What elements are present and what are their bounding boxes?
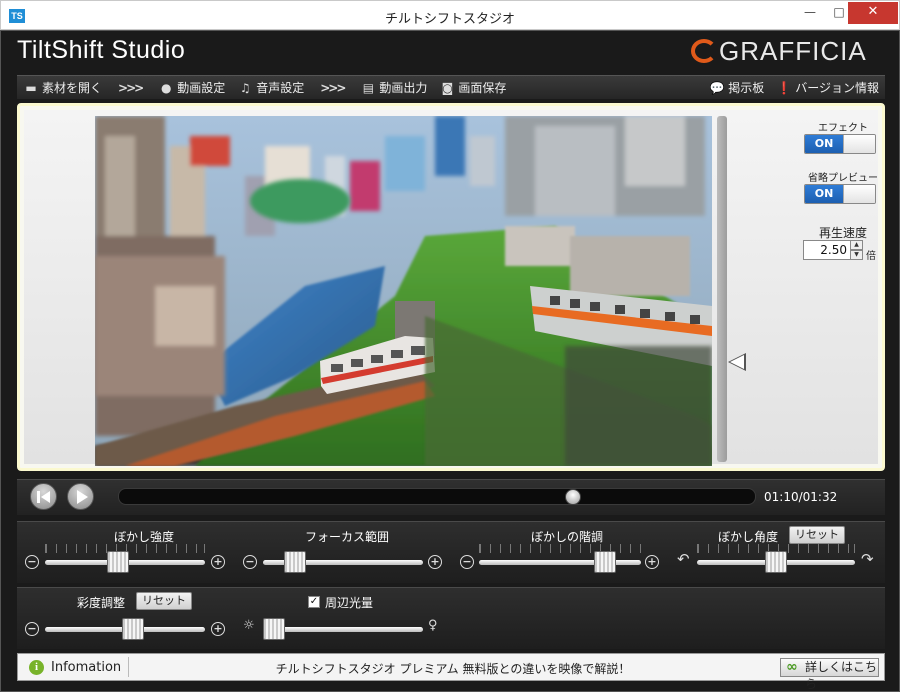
video-preview[interactable]: [95, 116, 712, 466]
saturation-thumb[interactable]: [122, 618, 145, 640]
effect-toggle[interactable]: ON: [804, 134, 876, 154]
vignette-slider[interactable]: [263, 627, 423, 632]
play-icon: [76, 489, 88, 504]
blur-angle-thumb[interactable]: [765, 551, 787, 573]
blur-gradation-plus-icon[interactable]: +: [645, 555, 659, 569]
skip-back-icon: [37, 490, 50, 503]
speech-bubble-icon: 💬: [709, 80, 725, 95]
color-adjustment-panel: 彩度調整 リセット − + ✓ 周辺光量 ☼ ♀: [17, 587, 885, 649]
saturation-plus-icon[interactable]: +: [211, 622, 225, 636]
simplified-preview-toggle-knob: [843, 185, 875, 203]
speed-up-arrow-icon[interactable]: ▲: [850, 240, 863, 250]
light-bulb-icon: ♀: [428, 618, 438, 633]
effect-label: エフェクト: [818, 123, 868, 134]
blur-angle-reset-button[interactable]: リセット: [789, 526, 845, 544]
grafficia-logo-icon: [691, 39, 717, 63]
playback-speed-unit: 倍: [866, 251, 876, 262]
blur-strength-thumb[interactable]: [107, 551, 130, 573]
step-arrow-icon: >>>: [320, 80, 346, 95]
app-brand-title: TiltShift Studio: [17, 36, 186, 64]
link-chain-icon: ∞: [786, 659, 798, 675]
blur-strength-minus-icon[interactable]: −: [25, 555, 39, 569]
movie-camera-icon: ●: [160, 80, 172, 95]
seek-bar[interactable]: [118, 488, 756, 505]
blur-strength-plus-icon[interactable]: +: [211, 555, 225, 569]
minimize-button[interactable]: —: [795, 2, 825, 24]
preview-panel: エフェクト ON 省略プレビュー ON 再生速度 2.50 ▲ ▼ 倍: [17, 103, 885, 471]
focus-position-bar[interactable]: [717, 116, 727, 462]
focus-range-thumb[interactable]: [283, 551, 306, 573]
app-frame: TiltShift Studio GRAFFICIA ▬ 素材を開く >>> ●…: [0, 30, 900, 692]
playback-bar: 01:10/01:32: [17, 479, 885, 515]
information-bar: i Infomation チルトシフトスタジオ プレミアム 無料版との違いを映像…: [17, 653, 885, 691]
exclamation-icon: ❗: [776, 80, 792, 95]
step-arrow-icon: >>>: [118, 80, 144, 95]
open-material-button[interactable]: ▬ 素材を開く: [17, 76, 108, 100]
rotate-right-icon[interactable]: ↷: [861, 550, 874, 568]
simplified-preview-toggle-state: ON: [805, 185, 843, 203]
film-strip-icon: ▤: [362, 80, 375, 95]
blur-gradation-thumb[interactable]: [593, 551, 616, 573]
main-toolbar: ▬ 素材を開く >>> ● 動画設定 ♫ 音声設定 >>> ▤ 動画出力 ◙ 画…: [17, 75, 885, 99]
effect-toggle-state: ON: [805, 135, 843, 153]
focus-range-plus-icon[interactable]: +: [428, 555, 442, 569]
playback-speed-input[interactable]: 2.50: [803, 240, 851, 260]
information-label: Infomation: [51, 660, 122, 675]
simplified-preview-toggle[interactable]: ON: [804, 184, 876, 204]
blur-gradation-minus-icon[interactable]: −: [460, 555, 474, 569]
focus-range-minus-icon[interactable]: −: [243, 555, 257, 569]
focus-range-label: フォーカス範囲: [304, 530, 389, 544]
info-icon: i: [29, 660, 44, 675]
grafficia-logo: GRAFFICIA: [691, 36, 867, 66]
rewind-button[interactable]: [30, 483, 57, 510]
version-info-button[interactable]: ❗ バージョン情報: [770, 76, 885, 100]
saturation-minus-icon[interactable]: −: [25, 622, 39, 636]
play-button[interactable]: [67, 483, 94, 510]
tilt-shift-city-scene: [95, 116, 712, 466]
information-message[interactable]: チルトシフトスタジオ プレミアム 無料版との違いを映像で解説！: [134, 660, 772, 677]
seek-thumb[interactable]: [565, 489, 582, 505]
effect-toggle-knob: [843, 135, 875, 153]
audio-settings-button[interactable]: ♫ 音声設定: [231, 76, 310, 100]
details-button[interactable]: ∞ 詳しくはこちら: [780, 658, 879, 691]
blur-angle-label: ぼかし角度: [717, 530, 778, 544]
simplified-preview-label: 省略プレビュー: [808, 173, 878, 184]
vignette-thumb[interactable]: [263, 618, 285, 640]
blur-gradation-label: ぼかしの階調: [530, 530, 603, 544]
focus-position-handle-inner: [730, 355, 744, 369]
playback-speed-label: 再生速度: [818, 226, 867, 240]
blur-gradation-slider[interactable]: [479, 560, 641, 565]
blur-strength-label: ぼかし強度: [113, 530, 174, 544]
divider: [128, 657, 129, 677]
camera-icon: ◙: [441, 80, 454, 95]
saturation-reset-button[interactable]: リセット: [136, 592, 192, 610]
blur-adjustment-panel: ぼかし強度 − + フォーカス範囲 − + ぼかしの階調 − + ぼかし角度 リ…: [17, 521, 885, 583]
music-note-icon: ♫: [239, 80, 251, 95]
window-title: チルトシフトスタジオ: [384, 12, 515, 27]
bulletin-board-button[interactable]: 💬 掲示板: [703, 76, 770, 100]
timecode: 01:10/01:32: [764, 490, 838, 504]
video-settings-button[interactable]: ● 動画設定: [152, 76, 231, 100]
dark-bulb-icon: ☼: [243, 618, 255, 633]
vignette-checkbox[interactable]: ✓: [308, 596, 320, 608]
folder-icon: ▬: [25, 80, 37, 95]
saturation-label: 彩度調整: [76, 596, 125, 610]
close-button[interactable]: ✕: [848, 2, 898, 24]
video-output-button[interactable]: ▤ 動画出力: [354, 76, 433, 100]
rotate-left-icon[interactable]: ↶: [677, 550, 690, 568]
window-title-bar: TS チルトシフトスタジオ — □ ✕: [0, 0, 900, 30]
speed-down-arrow-icon[interactable]: ▼: [850, 250, 863, 260]
save-screen-button[interactable]: ◙ 画面保存: [433, 76, 512, 100]
vignette-label: 周辺光量: [325, 596, 374, 610]
